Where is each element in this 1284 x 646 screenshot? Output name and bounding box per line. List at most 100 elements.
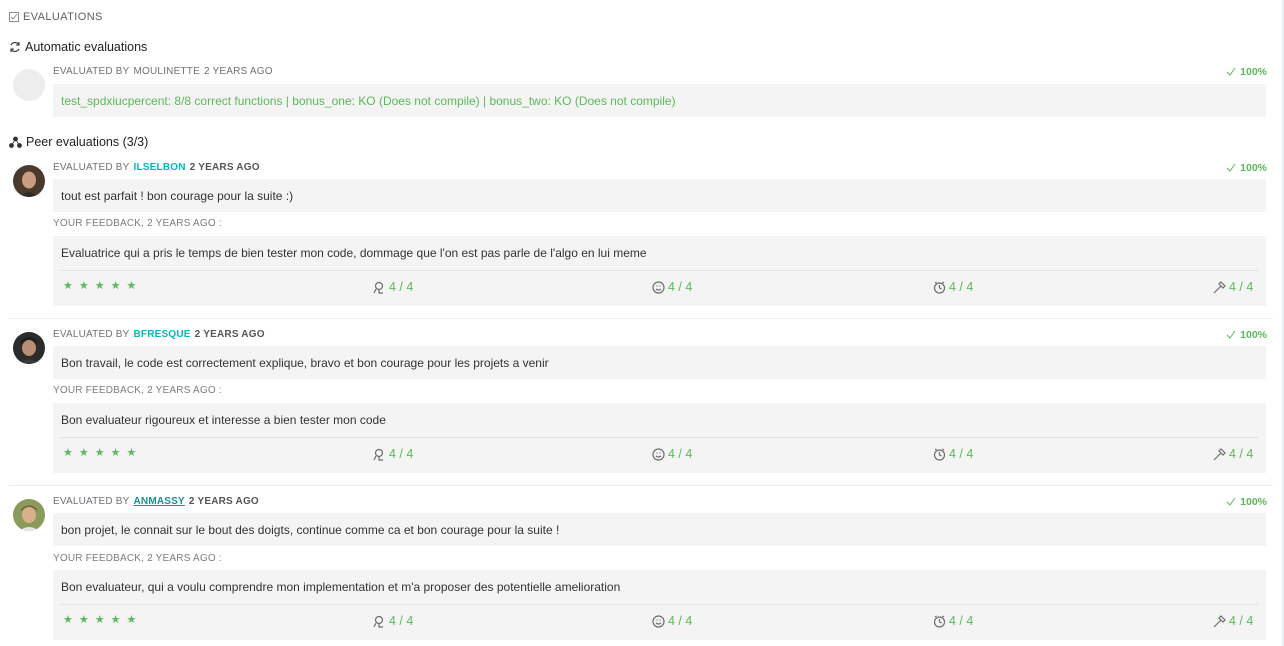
star-icon: ★ [126, 447, 137, 459]
hammer-icon [1213, 614, 1226, 627]
feedback-box: Evaluatrice qui a pris le temps de bien … [53, 236, 1266, 306]
friendliness-rating: 4 / 4 [652, 447, 692, 461]
punctuality-rating: 4 / 4 [933, 280, 973, 294]
star-icon: ★ [94, 447, 105, 459]
automatic-result-box: test_spdxiucpercent: 8/8 correct functio… [53, 84, 1266, 117]
evaluation-ago: 2 YEARS AGO [203, 66, 273, 77]
feedback-box: Bon evaluateur rigoureux et interesse a … [53, 403, 1266, 473]
rating-value: 4 / 4 [949, 614, 974, 628]
peer-score: 100% [1226, 496, 1267, 508]
friendliness-rating: 4 / 4 [652, 280, 692, 294]
hammer-icon [1213, 280, 1226, 293]
rigor-rating: 4 / 4 [1213, 614, 1253, 628]
rating-value: 4 / 4 [1229, 614, 1254, 628]
rating-value: 4 / 4 [949, 447, 974, 461]
rating-value: 4 / 4 [1229, 447, 1254, 461]
star-rating: ★ ★ ★ ★ ★ [63, 279, 136, 292]
punctuality-rating: 4 / 4 [933, 447, 973, 461]
moulinette-avatar [13, 69, 45, 101]
hammer-icon [1213, 447, 1226, 460]
ratings-row: ★ ★ ★ ★ ★ 4 / 4 4 / 4 4 / 4 4 / 4 [61, 270, 1258, 305]
star-icon: ★ [110, 447, 121, 459]
automatic-evaluations-heading: Automatic evaluations [9, 40, 147, 54]
score-value: 100% [1240, 329, 1267, 341]
clock-icon [933, 281, 946, 294]
rating-value: 4 / 4 [1229, 280, 1254, 294]
rating-value: 4 / 4 [668, 447, 693, 461]
evaluation-ago: 2 YEARS AGO [194, 329, 265, 340]
ratings-row: ★ ★ ★ ★ ★ 4 / 4 4 / 4 4 / 4 4 / 4 [61, 437, 1258, 472]
score-value: 100% [1240, 162, 1267, 174]
star-icon: ★ [78, 447, 89, 459]
feedback-text: Bon evaluateur, qui a voulu comprendre m… [61, 579, 621, 594]
ratings-row: ★ ★ ★ ★ ★ 4 / 4 4 / 4 4 / 4 4 / 4 [61, 604, 1258, 639]
rating-value: 4 / 4 [389, 447, 414, 461]
clock-icon [933, 448, 946, 461]
evaluator-login-link[interactable]: ILSELBON [134, 162, 186, 173]
smiley-icon [652, 447, 665, 461]
star-icon: ★ [94, 280, 105, 292]
check-icon [1226, 330, 1236, 339]
rigor-rating: 4 / 4 [1213, 447, 1253, 461]
evaluated-by-prefix: EVALUATED BY [53, 66, 130, 77]
score-value: 100% [1240, 66, 1267, 78]
evaluation-ago: 2 YEARS AGO [189, 162, 260, 173]
smiley-icon [652, 614, 665, 628]
peer-score: 100% [1226, 329, 1267, 341]
interest-icon [373, 615, 384, 628]
feedback-label: YOUR FEEDBACK, 2 YEARS AGO : [53, 385, 222, 396]
evaluated-by-prefix: EVALUATED BY [53, 329, 130, 340]
check-icon [1226, 163, 1236, 172]
check-icon [1226, 497, 1236, 506]
evaluated-by-prefix: EVALUATED BY [53, 496, 130, 507]
peers-icon [9, 136, 22, 148]
automatic-meta: EVALUATED BY MOULINETTE 2 YEARS AGO [53, 66, 273, 77]
star-icon: ★ [63, 280, 73, 292]
evaluator-avatar [13, 165, 45, 197]
star-icon: ★ [78, 614, 89, 626]
check-icon [1226, 67, 1236, 76]
evaluator-comment-box: Bon travail, le code est correctement ex… [53, 346, 1266, 379]
evaluation-separator [9, 485, 1273, 486]
evaluator-comment: tout est parfait ! bon courage pour la s… [61, 188, 294, 203]
evaluator-login-link[interactable]: BFRESQUE [134, 329, 191, 340]
evaluator-comment: Bon travail, le code est correctement ex… [61, 355, 549, 370]
automatic-result-text: test_spdxiucpercent: 8/8 correct functio… [61, 93, 676, 108]
evaluator-comment-box: tout est parfait ! bon courage pour la s… [53, 179, 1266, 212]
punctuality-rating: 4 / 4 [933, 614, 973, 628]
star-icon: ★ [63, 614, 73, 626]
star-icon: ★ [110, 280, 121, 292]
rating-value: 4 / 4 [668, 280, 693, 294]
star-icon: ★ [78, 280, 89, 292]
interest-rating: 4 / 4 [373, 280, 413, 294]
evaluator-name: MOULINETTE [133, 66, 200, 77]
rating-value: 4 / 4 [949, 280, 974, 294]
feedback-text: Evaluatrice qui a pris le temps de bien … [61, 245, 647, 260]
feedback-text: Bon evaluateur rigoureux et interesse a … [61, 412, 386, 427]
feedback-box: Bon evaluateur, qui a voulu comprendre m… [53, 570, 1266, 640]
score-value: 100% [1240, 496, 1267, 508]
feedback-label: YOUR FEEDBACK, 2 YEARS AGO : [53, 218, 222, 229]
friendliness-rating: 4 / 4 [652, 614, 692, 628]
evaluator-comment: bon projet, le connait sur le bout des d… [61, 522, 560, 537]
clock-icon [933, 615, 946, 628]
rigor-rating: 4 / 4 [1213, 280, 1253, 294]
section-title: EVALUATIONS [23, 11, 103, 23]
star-icon: ★ [110, 614, 121, 626]
evaluator-avatar [13, 499, 45, 531]
interest-icon [373, 448, 384, 461]
interest-rating: 4 / 4 [373, 447, 413, 461]
automatic-heading-label: Automatic evaluations [25, 40, 148, 54]
evaluation-separator [9, 318, 1273, 319]
star-icon: ★ [63, 447, 73, 459]
star-icon: ★ [94, 614, 105, 626]
evaluation-ago: 2 YEARS AGO [188, 496, 259, 507]
peer-heading-label: Peer evaluations (3/3) [26, 135, 149, 149]
peer-meta: EVALUATED BY ANMASSY 2 YEARS AGO [53, 496, 259, 507]
interest-rating: 4 / 4 [373, 614, 413, 628]
rating-value: 4 / 4 [389, 280, 414, 294]
peer-meta: EVALUATED BY BFRESQUE 2 YEARS AGO [53, 329, 265, 340]
rating-value: 4 / 4 [668, 614, 693, 628]
evaluator-login-link[interactable]: ANMASSY [134, 496, 185, 507]
star-rating: ★ ★ ★ ★ ★ [63, 446, 136, 459]
